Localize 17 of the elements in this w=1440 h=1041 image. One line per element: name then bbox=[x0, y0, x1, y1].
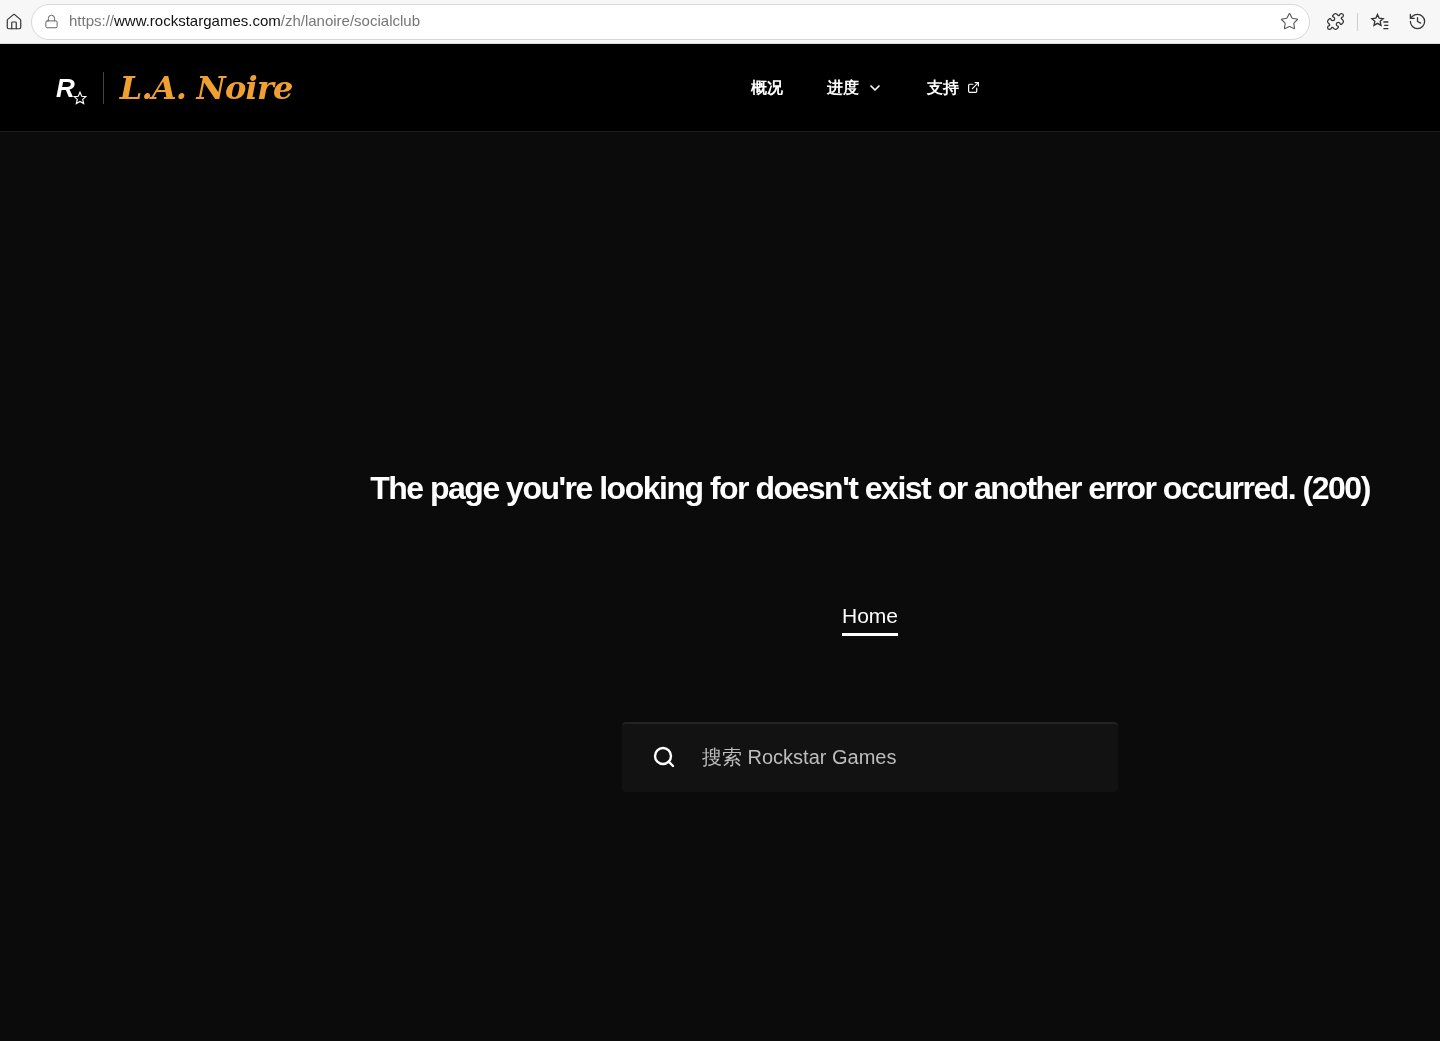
nav-link[interactable]: 支持 bbox=[926, 75, 980, 100]
error-message: The page you're looking for doesn't exist or another error occurred. (200) bbox=[370, 469, 1370, 508]
game-logo[interactable]: L.A. Noire bbox=[119, 71, 293, 104]
favorites-icon[interactable] bbox=[1370, 11, 1390, 32]
address-bar[interactable]: https://www.rockstargames.com/zh/lanoire/socialclub bbox=[31, 3, 1310, 40]
history-icon[interactable] bbox=[1408, 12, 1427, 31]
search-field[interactable]: 搜索 Rockstar Games bbox=[622, 721, 1118, 792]
url-text: https://www.rockstargames.com/zh/lanoire/socialclub bbox=[69, 11, 421, 32]
search-icon bbox=[652, 744, 676, 769]
extensions-icon[interactable] bbox=[1326, 12, 1345, 31]
nav-dropdown[interactable]: 进度 bbox=[826, 75, 883, 100]
home-icon[interactable] bbox=[5, 12, 23, 31]
home-link[interactable]: Home bbox=[842, 600, 898, 636]
external-link-icon bbox=[966, 81, 980, 94]
lock-icon bbox=[44, 14, 59, 29]
nav-link[interactable]: 概况 bbox=[750, 75, 783, 100]
bookmark-star-icon[interactable] bbox=[1280, 12, 1299, 31]
